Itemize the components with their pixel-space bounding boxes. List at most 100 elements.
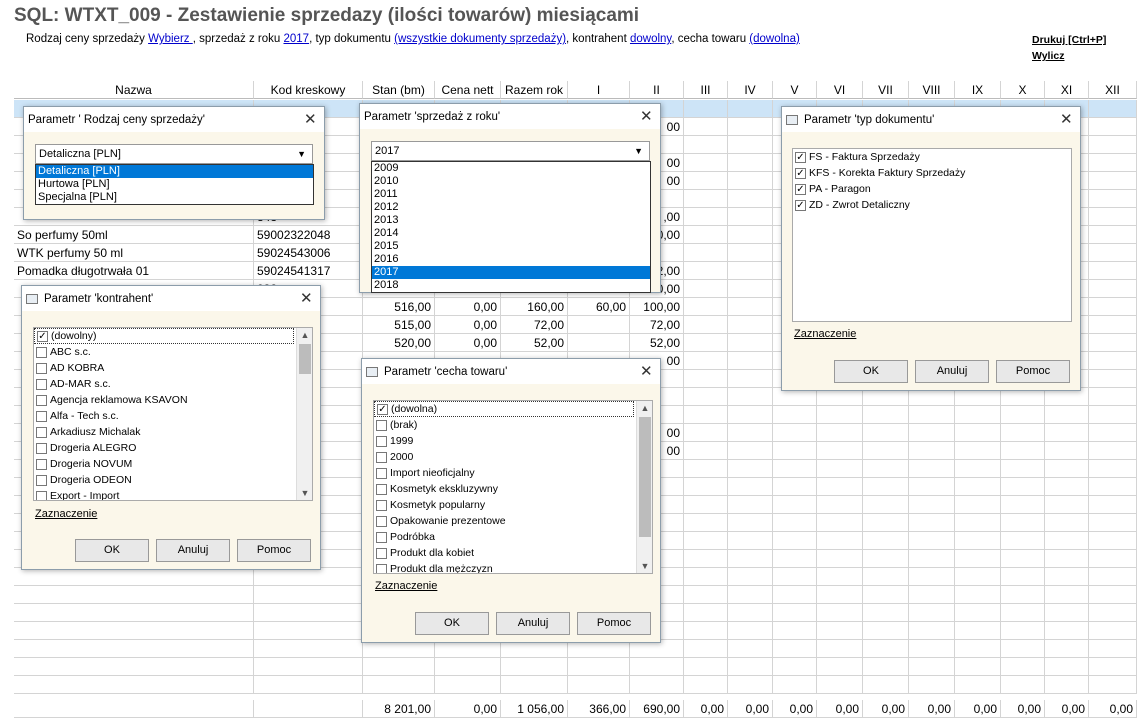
contractor-item[interactable]: Alfa - Tech s.c. <box>34 408 312 424</box>
scroll-thumb[interactable] <box>299 344 311 374</box>
scroll-down-icon[interactable]: ▼ <box>637 561 652 571</box>
price-type-link[interactable]: Wybierz <box>148 33 193 45</box>
help-button[interactable]: Pomoc <box>577 612 651 635</box>
contractor-item[interactable]: AD-MAR s.c. <box>34 376 312 392</box>
scrollbar[interactable]: ▲ ▼ <box>296 328 312 500</box>
price-type-option[interactable]: Specjalna [PLN] <box>36 191 313 204</box>
ok-button[interactable]: OK <box>75 539 149 562</box>
feature-item[interactable]: (brak) <box>374 417 652 433</box>
checkbox-icon[interactable] <box>36 458 47 470</box>
checkbox-icon[interactable] <box>376 515 387 527</box>
feature-item[interactable]: Produkt dla mężczyzn <box>374 561 652 573</box>
checkbox-icon[interactable] <box>376 531 387 543</box>
doc-type-item[interactable]: ✓ PA - Paragon <box>793 181 1071 197</box>
year-option[interactable]: 2012 <box>372 201 650 214</box>
checkbox-icon[interactable] <box>36 490 47 500</box>
close-icon[interactable]: ✕ <box>1060 110 1073 128</box>
feature-item[interactable]: Opakowanie prezentowe <box>374 513 652 529</box>
scroll-up-icon[interactable]: ▲ <box>297 330 312 340</box>
year-option[interactable]: 2015 <box>372 240 650 253</box>
calculate-link[interactable]: Wylicz <box>1032 50 1064 62</box>
year-option[interactable]: 2018 <box>372 279 650 292</box>
feature-link[interactable]: (dowolna) <box>749 33 800 45</box>
year-option[interactable]: 2017 <box>372 266 650 279</box>
feature-item[interactable]: Produkt dla kobiet <box>374 545 652 561</box>
checkbox-checked-icon[interactable]: ✓ <box>795 199 806 211</box>
cancel-button[interactable]: Anuluj <box>915 360 989 383</box>
checkbox-icon[interactable] <box>36 362 47 374</box>
price-type-option[interactable]: Hurtowa [PLN] <box>36 178 313 191</box>
year-option[interactable]: 2016 <box>372 253 650 266</box>
year-option[interactable]: 2014 <box>372 227 650 240</box>
checkbox-icon[interactable] <box>36 394 47 406</box>
checkbox-icon[interactable] <box>376 547 387 559</box>
contractor-item[interactable]: Arkadiusz Michalak <box>34 424 312 440</box>
help-button[interactable]: Pomoc <box>996 360 1070 383</box>
doc-type-link[interactable]: (wszystkie dokumenty sprzedaży) <box>394 33 566 45</box>
checkbox-icon[interactable] <box>376 483 387 495</box>
contractor-item[interactable]: Drogeria ODEON <box>34 472 312 488</box>
doc-type-item[interactable]: ✓ ZD - Zwrot Detaliczny <box>793 197 1071 213</box>
checkbox-checked-icon[interactable]: ✓ <box>795 183 806 195</box>
contractor-link[interactable]: dowolny <box>630 33 671 45</box>
feature-item[interactable]: 2000 <box>374 449 652 465</box>
feature-item[interactable]: ✓ (dowolna) <box>374 401 634 417</box>
checkbox-icon[interactable] <box>36 346 47 358</box>
checkbox-icon[interactable] <box>36 426 47 438</box>
checkbox-checked-icon[interactable]: ✓ <box>795 151 806 163</box>
year-link[interactable]: 2017 <box>283 33 309 45</box>
checkbox-icon[interactable] <box>376 499 387 511</box>
scroll-down-icon[interactable]: ▼ <box>297 488 312 498</box>
year-select[interactable]: 2017 ▼ <box>371 141 650 161</box>
contractor-item[interactable]: ✓ (dowolny) <box>34 328 294 344</box>
price-type-select[interactable]: Detaliczna [PLN] ▼ <box>35 144 313 164</box>
checkbox-icon[interactable] <box>376 435 387 447</box>
checkbox-icon[interactable] <box>376 467 387 479</box>
checkbox-checked-icon[interactable]: ✓ <box>795 167 806 179</box>
ok-button[interactable]: OK <box>415 612 489 635</box>
close-icon[interactable]: ✕ <box>300 289 313 307</box>
print-link[interactable]: Drukuj [Ctrl+P] <box>1032 34 1106 46</box>
checkbox-icon[interactable] <box>36 474 47 486</box>
year-option[interactable]: 2009 <box>372 162 650 175</box>
ok-button[interactable]: OK <box>834 360 908 383</box>
feature-item[interactable]: Podróbka <box>374 529 652 545</box>
selection-link[interactable]: Zaznaczenie <box>794 328 856 340</box>
table-row[interactable] <box>14 676 1138 694</box>
cancel-button[interactable]: Anuluj <box>156 539 230 562</box>
checkbox-icon[interactable] <box>36 442 47 454</box>
contractor-item[interactable]: Drogeria NOVUM <box>34 456 312 472</box>
checkbox-icon[interactable] <box>376 563 387 573</box>
close-icon[interactable]: ✕ <box>640 107 653 125</box>
feature-item[interactable]: Kosmetyk popularny <box>374 497 652 513</box>
scrollbar[interactable]: ▲ ▼ <box>636 401 652 573</box>
checkbox-checked-icon[interactable]: ✓ <box>37 330 48 342</box>
year-option[interactable]: 2011 <box>372 188 650 201</box>
scroll-thumb[interactable] <box>639 417 651 537</box>
feature-item[interactable]: Import nieoficjalny <box>374 465 652 481</box>
price-type-option[interactable]: Detaliczna [PLN] <box>36 165 313 178</box>
year-option[interactable]: 2013 <box>372 214 650 227</box>
checkbox-checked-icon[interactable]: ✓ <box>377 403 388 415</box>
close-icon[interactable]: ✕ <box>304 110 317 128</box>
contractor-item[interactable]: Agencja reklamowa KSAVON <box>34 392 312 408</box>
selection-link[interactable]: Zaznaczenie <box>35 508 97 520</box>
feature-item[interactable]: 1999 <box>374 433 652 449</box>
contractor-item[interactable]: ABC s.c. <box>34 344 312 360</box>
cancel-button[interactable]: Anuluj <box>496 612 570 635</box>
contractor-item[interactable]: Drogeria ALEGRO <box>34 440 312 456</box>
checkbox-icon[interactable] <box>36 410 47 422</box>
help-button[interactable]: Pomoc <box>237 539 311 562</box>
feature-item[interactable]: Kosmetyk ekskluzywny <box>374 481 652 497</box>
year-option[interactable]: 2010 <box>372 175 650 188</box>
doc-type-item[interactable]: ✓ FS - Faktura Sprzedaży <box>793 149 1071 165</box>
scroll-up-icon[interactable]: ▲ <box>637 403 652 413</box>
contractor-item[interactable]: Export - Import <box>34 488 312 500</box>
doc-type-item[interactable]: ✓ KFS - Korekta Faktury Sprzedaży <box>793 165 1071 181</box>
close-icon[interactable]: ✕ <box>640 362 653 380</box>
checkbox-icon[interactable] <box>376 451 387 463</box>
contractor-item[interactable]: AD KOBRA <box>34 360 312 376</box>
table-row[interactable] <box>14 658 1138 676</box>
checkbox-icon[interactable] <box>36 378 47 390</box>
checkbox-icon[interactable] <box>376 419 387 431</box>
